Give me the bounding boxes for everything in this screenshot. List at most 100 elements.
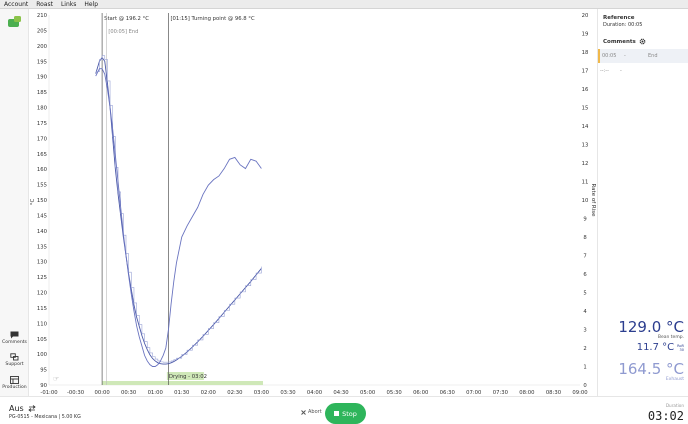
phase-bar [102,381,263,385]
bottom-bar: Aus PG-0515 - Mexicana | 5.00 KG Abort S… [0,396,688,424]
comments-header: Comments [603,38,646,45]
y2-tick-label: 4 [583,309,587,315]
y-tick-label: 135 [37,244,47,250]
y-tick-label: 200 [37,44,48,50]
duration-value: 03:02 [647,409,684,423]
y-tick-label: 150 [37,198,48,204]
y-tick-label: 190 [37,75,48,81]
y-tick-label: 175 [37,121,47,127]
y2-tick-label: 14 [582,124,589,130]
exhaust-value: 164.5 °C [618,360,684,378]
y-tick-label: 145 [37,213,47,219]
abort-button[interactable]: Abort [301,409,322,415]
nav-support-label: Support [5,362,24,367]
comment-row[interactable]: --:-- - [598,64,688,78]
stop-button[interactable]: Stop [325,403,366,424]
comments-title: Comments [603,38,636,45]
y-tick-label: 170 [37,136,48,142]
abort-label: Abort [308,409,322,415]
y2-tick-label: 13 [582,143,589,149]
y-tick-label: 95 [40,368,47,374]
y-tick-label: 100 [37,352,48,358]
y2-tick-label: 20 [582,13,589,19]
nav-support-button[interactable]: Support [0,353,29,367]
y-tick-label: 180 [37,106,48,112]
y-tick-label: 160 [37,167,48,173]
y-tick-label: 185 [37,90,47,96]
ror-unit-bottom: 30 [679,347,684,352]
y2-tick-label: 1 [583,365,586,371]
close-icon [301,409,306,415]
cursor-hand-icon: ☞ [53,375,59,383]
exhaust-readout: 164.5 °C Exhaust [618,359,684,382]
y2-tick-label: 11 [582,180,589,186]
menu-account[interactable]: Account [0,0,32,8]
comment-time: 00:05 [602,53,617,59]
ror-value: 11.7 °C [636,342,675,353]
y2-tick-label: 17 [582,69,589,75]
y-tick-label: 125 [37,275,47,281]
y-axis-label: °C [30,199,36,206]
ror-readout: 11.7 °C RoR 30 [637,342,684,353]
menu-links[interactable]: Links [57,0,80,8]
y-tick-label: 140 [37,229,48,235]
y-tick-label: 115 [37,306,47,312]
y2-tick-label: 12 [582,161,589,167]
comment-dash: - [620,68,622,74]
y2-tick-label: 6 [583,272,587,278]
reference-title: Reference [603,15,635,21]
y-tick-label: 105 [37,337,47,343]
y2-tick-label: 15 [582,106,589,112]
y2-tick-label: 0 [583,383,587,389]
y-tick-label: 130 [37,260,48,266]
y-tick-label: 195 [37,59,47,65]
y-tick-label: 155 [37,183,47,189]
nav-comments-button[interactable]: Comments [0,331,29,345]
y-tick-label: 210 [37,13,48,19]
y2-tick-label: 19 [582,32,589,38]
reference-marker-label: [00:05] End [108,29,138,35]
bean-temp-value: 129.0 °C [618,318,684,336]
y2-tick-label: 7 [583,254,586,260]
y2-tick-label: 16 [582,87,589,93]
y2-tick-label: 8 [583,235,587,241]
nav-production-button[interactable]: Production [0,376,29,390]
production-icon [10,376,19,384]
y-tick-label: 110 [37,321,48,327]
gear-icon[interactable] [639,38,646,45]
comment-time: --:-- [600,68,609,74]
y2-tick-label: 5 [583,291,586,297]
roast-chart[interactable]: -01:00 -00:30 00:00 00:30 01:00 01:30 02:00 02:… [29,9,597,396]
event-marker-label: [01:15] Turning point @ 96.8 °C [170,16,254,22]
duration-label: Duration [665,403,684,408]
stop-label: Stop [342,409,357,418]
right-panel: Reference Duration: 00:05 Comments 00:05… [597,9,688,396]
mode-value: Aus [9,404,24,413]
y2-tick-label: 18 [582,50,589,56]
y-tick-label: 205 [37,28,47,34]
left-sidebar: Comments Support Production [0,9,29,396]
y-tick-label: 90 [40,383,47,389]
y-tick-label: 165 [37,152,47,158]
y-tick-label: 120 [37,291,48,297]
y2-tick-label: 3 [583,328,586,334]
menu-bar: Account Roast Links Help [0,0,688,9]
ror-unit: RoR 30 [677,344,684,352]
phase-label: Drying - 03:02 [169,374,207,380]
bean-temp-readout: 129.0 °C Bean temp. [618,317,684,340]
event-marker-label: Start @ 196.2 °C [104,16,149,22]
comment-row[interactable]: 00:05 - End [598,49,688,63]
menu-roast[interactable]: Roast [32,0,57,8]
y2-tick-label: 2 [583,346,586,352]
mode-selector[interactable]: Aus [9,404,36,413]
swap-icon[interactable] [28,405,36,412]
reference-duration: Duration: 00:05 [603,22,643,28]
support-icon [10,353,19,361]
y2-tick-label: 9 [583,217,586,223]
comment-dash: - [624,53,626,59]
menu-help[interactable]: Help [80,0,102,8]
stop-icon [334,411,340,416]
app-logo-icon[interactable] [8,16,21,27]
comment-text: End [648,53,658,59]
y2-tick-label: 10 [582,198,589,204]
